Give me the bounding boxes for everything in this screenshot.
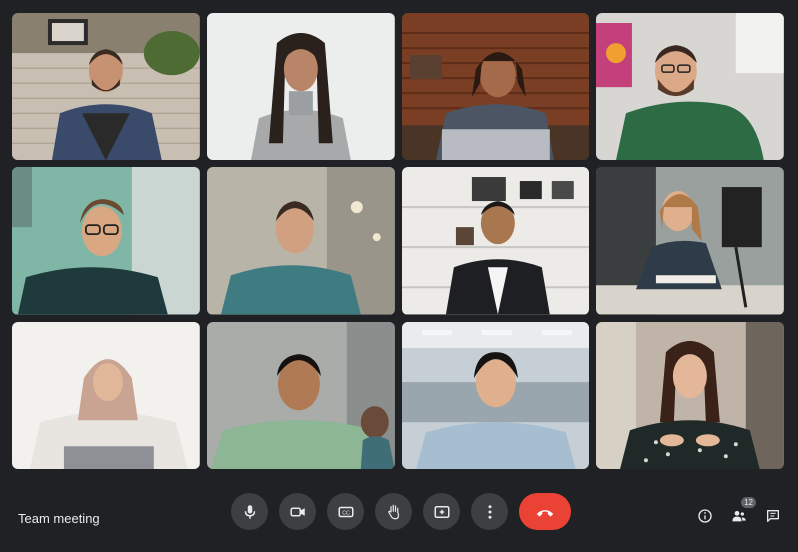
participant-video-8 bbox=[596, 167, 784, 315]
present-screen-icon bbox=[434, 505, 449, 518]
more-options-button[interactable] bbox=[471, 493, 508, 530]
microphone-button[interactable] bbox=[231, 493, 268, 530]
video-grid bbox=[12, 13, 784, 469]
chat-icon bbox=[767, 510, 779, 522]
svg-text:CC: CC bbox=[342, 510, 350, 516]
participant-video-11 bbox=[401, 321, 590, 469]
camera-button[interactable] bbox=[279, 493, 316, 530]
end-call-button[interactable] bbox=[519, 493, 571, 530]
participant-tile-7[interactable] bbox=[401, 167, 590, 315]
meeting-info-button[interactable] bbox=[696, 507, 714, 525]
participant-video-3 bbox=[401, 13, 590, 161]
side-controls: 12 bbox=[696, 497, 782, 525]
participant-tile-5[interactable] bbox=[12, 167, 200, 315]
meeting-controls-bar: Team meeting CC 12 bbox=[0, 480, 798, 552]
participant-video-9 bbox=[12, 321, 200, 469]
info-icon bbox=[698, 509, 712, 523]
participant-tile-10[interactable] bbox=[206, 321, 395, 469]
participant-video-5 bbox=[12, 167, 200, 315]
participant-tile-8[interactable] bbox=[596, 167, 784, 315]
participant-video-12 bbox=[596, 321, 784, 469]
participant-tile-11[interactable] bbox=[401, 321, 590, 469]
participant-count-badge: 12 bbox=[741, 497, 756, 508]
microphone-icon bbox=[244, 504, 255, 519]
participant-video-4 bbox=[596, 13, 784, 161]
present-screen-button[interactable] bbox=[423, 493, 460, 530]
participant-video-6 bbox=[206, 167, 395, 315]
captions-button[interactable]: CC bbox=[327, 493, 364, 530]
participant-tile-6[interactable] bbox=[206, 167, 395, 315]
participants-button[interactable]: 12 bbox=[730, 497, 756, 525]
end-call-icon bbox=[536, 509, 554, 517]
raise-hand-icon bbox=[387, 504, 399, 519]
participant-video-7 bbox=[401, 167, 590, 315]
participant-tile-9[interactable] bbox=[12, 321, 200, 469]
people-icon bbox=[732, 511, 746, 522]
call-controls: CC bbox=[231, 493, 571, 530]
chat-button[interactable] bbox=[764, 507, 782, 525]
participant-tile-1[interactable] bbox=[12, 13, 200, 161]
participant-tile-2[interactable] bbox=[206, 13, 395, 161]
participant-tile-12[interactable] bbox=[596, 321, 784, 469]
raise-hand-button[interactable] bbox=[375, 493, 412, 530]
participant-video-1 bbox=[12, 13, 200, 161]
captions-icon: CC bbox=[338, 506, 353, 517]
camera-icon bbox=[290, 507, 305, 516]
participant-video-10 bbox=[206, 321, 395, 469]
participant-tile-3[interactable] bbox=[401, 13, 590, 161]
meeting-title: Team meeting bbox=[18, 511, 100, 526]
participant-video-2 bbox=[206, 13, 395, 161]
more-options-icon bbox=[488, 504, 491, 519]
participant-tile-4[interactable] bbox=[596, 13, 784, 161]
